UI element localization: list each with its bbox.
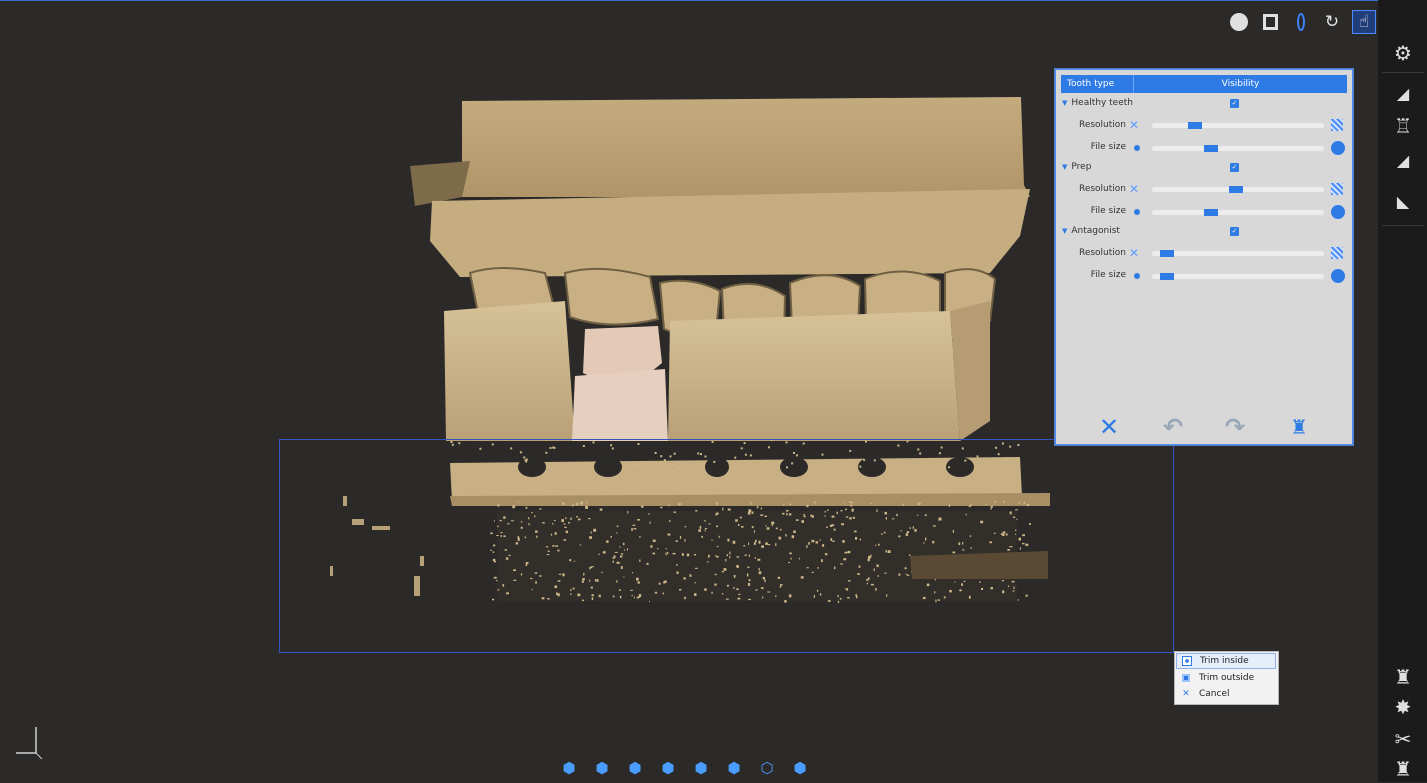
- group-header[interactable]: ▼ Healthy teeth: [1062, 98, 1133, 108]
- trim-outside-item[interactable]: Trim outside: [1176, 670, 1276, 686]
- view-bottom-icon[interactable]: ⬢: [725, 759, 743, 777]
- trim-context-menu: Trim inside Trim outside ✕ Cancel: [1174, 651, 1279, 705]
- scan-bite-icon[interactable]: ◢: [1390, 147, 1416, 173]
- tooth-alt-icon[interactable]: ♜: [1390, 756, 1416, 782]
- resolution-label: Resolution: [1078, 120, 1126, 130]
- low-resolution-icon: ✕: [1129, 246, 1140, 260]
- group-header[interactable]: ▼ Prep: [1062, 162, 1091, 172]
- panel-header: Tooth type Visibility: [1061, 75, 1347, 93]
- view-top-icon[interactable]: ⬢: [692, 759, 710, 777]
- scan-arch-icon[interactable]: ◣: [1390, 188, 1416, 214]
- view-iso-icon[interactable]: ⬡: [758, 759, 776, 777]
- high-resolution-icon: [1331, 183, 1343, 195]
- trim-inside-label: Trim inside: [1200, 656, 1249, 666]
- 3d-viewport[interactable]: ⬢ ⬢ ⬢ ⬢ ⬢ ⬢ ⬡ ⬢ Tooth type Visibility ▼ H…: [0, 0, 1378, 783]
- view-left-icon[interactable]: ⬢: [626, 759, 644, 777]
- small-file-icon: [1134, 209, 1140, 215]
- group-name: Prep: [1071, 162, 1092, 172]
- rotate-icon[interactable]: ↻: [1321, 11, 1343, 33]
- cancel-button[interactable]: ✕: [1096, 413, 1122, 441]
- trim-inside-icon: [1182, 656, 1192, 666]
- high-resolution-icon: [1331, 119, 1343, 131]
- group-header[interactable]: ▼ Antagonist: [1062, 226, 1120, 236]
- low-resolution-icon: ✕: [1129, 118, 1140, 132]
- view-reset-icon[interactable]: ⬢: [791, 759, 809, 777]
- trim-outside-icon: [1181, 673, 1191, 683]
- trim-inside-item[interactable]: Trim inside: [1176, 653, 1276, 669]
- expand-icon: ▼: [1062, 227, 1068, 235]
- tooth-light-icon[interactable]: ✸: [1390, 694, 1416, 720]
- large-file-icon: [1331, 205, 1345, 219]
- col-tooth-type: Tooth type: [1061, 75, 1134, 93]
- view-back-icon[interactable]: ⬢: [593, 759, 611, 777]
- file-size-slider-thumb[interactable]: [1204, 145, 1218, 152]
- expand-icon: ▼: [1062, 99, 1068, 107]
- tooth-model-icon[interactable]: ♖: [1390, 113, 1416, 139]
- visibility-checkbox[interactable]: ✓: [1230, 163, 1239, 172]
- cancel-icon: ✕: [1182, 689, 1190, 699]
- scissors-icon[interactable]: ✂: [1390, 726, 1416, 752]
- disc-icon[interactable]: [1228, 11, 1250, 33]
- tooth-light-button[interactable]: ♜: [1286, 414, 1312, 440]
- axis-indicator: [16, 727, 43, 760]
- resolution-slider[interactable]: [1152, 122, 1324, 129]
- file-size-label: File size: [1090, 206, 1126, 216]
- undo-button[interactable]: ↶: [1160, 413, 1186, 441]
- resolution-slider-thumb[interactable]: [1229, 186, 1243, 193]
- redo-button[interactable]: ↷: [1222, 413, 1248, 441]
- sidebar-divider: [1382, 225, 1424, 226]
- small-file-icon: [1134, 145, 1140, 151]
- low-resolution-icon: ✕: [1129, 182, 1140, 196]
- visibility-checkbox[interactable]: ✓: [1230, 99, 1239, 108]
- oval-selection-icon[interactable]: [1290, 11, 1312, 33]
- file-size-slider[interactable]: [1152, 145, 1324, 152]
- file-size-slider[interactable]: [1152, 209, 1324, 216]
- resolution-label: Resolution: [1078, 248, 1126, 258]
- file-size-slider-thumb[interactable]: [1204, 209, 1218, 216]
- resolution-slider-thumb[interactable]: [1188, 122, 1202, 129]
- large-file-icon: [1331, 141, 1345, 155]
- cancel-label: Cancel: [1199, 689, 1230, 699]
- file-size-label: File size: [1090, 142, 1126, 152]
- visibility-checkbox[interactable]: ✓: [1230, 227, 1239, 236]
- right-sidebar: ⚙ ◢ ♖ ◢ ◣ ♜ ✸ ✂ ♜: [1378, 0, 1427, 782]
- col-visibility: Visibility: [1221, 79, 1260, 89]
- file-size-slider[interactable]: [1152, 273, 1324, 280]
- view-front-icon[interactable]: ⬢: [560, 759, 578, 777]
- resolution-slider-thumb[interactable]: [1160, 250, 1174, 257]
- small-file-icon: [1134, 273, 1140, 279]
- tooth-icon[interactable]: ♜: [1390, 664, 1416, 690]
- settings-icon[interactable]: ⚙: [1390, 40, 1416, 66]
- sidebar-divider: [1382, 72, 1424, 73]
- view-cube-bar: ⬢ ⬢ ⬢ ⬢ ⬢ ⬢ ⬡ ⬢: [560, 759, 809, 777]
- file-size-label: File size: [1090, 270, 1126, 280]
- resolution-slider[interactable]: [1152, 186, 1324, 193]
- expand-icon: ▼: [1062, 163, 1068, 171]
- resolution-panel: Tooth type Visibility ▼ Healthy teeth ✓ Res…: [1055, 69, 1353, 445]
- resolution-label: Resolution: [1078, 184, 1126, 194]
- selection-rectangle: [279, 439, 1174, 653]
- group-name: Antagonist: [1071, 226, 1120, 236]
- save-icon[interactable]: [1259, 11, 1281, 33]
- resolution-slider[interactable]: [1152, 250, 1324, 257]
- large-file-icon: [1331, 269, 1345, 283]
- group-name: Healthy teeth: [1071, 98, 1133, 108]
- hand-icon[interactable]: ☝: [1352, 10, 1376, 34]
- view-right-icon[interactable]: ⬢: [659, 759, 677, 777]
- scan-base-icon[interactable]: ◢: [1390, 80, 1416, 106]
- cancel-item[interactable]: ✕ Cancel: [1176, 686, 1276, 702]
- trim-outside-label: Trim outside: [1199, 673, 1255, 683]
- file-size-slider-thumb[interactable]: [1160, 273, 1174, 280]
- high-resolution-icon: [1331, 247, 1343, 259]
